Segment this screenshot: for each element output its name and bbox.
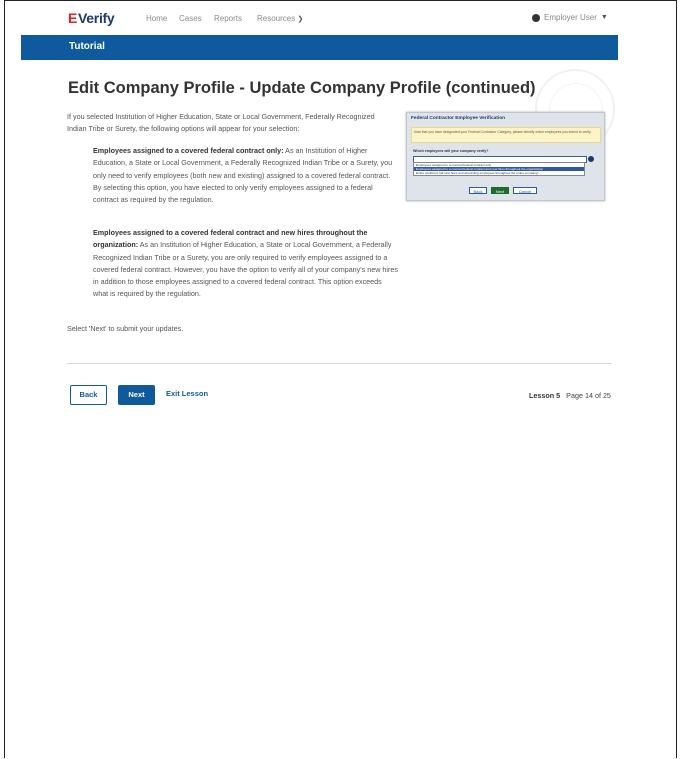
lesson-number: Lesson 5: [529, 391, 561, 400]
outro-text: Select 'Next' to submit your updates.: [67, 324, 184, 333]
divider: [67, 363, 612, 364]
nav-resources[interactable]: Resources ❯: [257, 14, 303, 23]
inset-title: Federal Contractor Employee Verification: [411, 116, 506, 121]
banner-title: Tutorial: [69, 41, 105, 52]
nav-home[interactable]: Home: [146, 14, 167, 23]
user-name: Employer User: [544, 13, 597, 22]
info-icon: [588, 156, 594, 162]
option1-description: Employees assigned to a covered federal …: [93, 145, 393, 206]
option2-description: Employees assigned to a covered federal …: [93, 227, 398, 301]
nav-reports[interactable]: Reports: [214, 14, 242, 23]
chevron-down-icon: ▼: [600, 14, 608, 21]
inset-option: Entire workforce (all new hires and all …: [416, 171, 539, 176]
intro-text: If you selected Institution of Higher Ed…: [67, 112, 375, 134]
app-frame: EVerify Home Cases Reports Resources ❯ E…: [4, 0, 677, 758]
page-title: Edit Company Profile - Update Company Pr…: [68, 79, 536, 97]
option1-heading: Employees assigned to a covered federal …: [93, 146, 284, 155]
everify-logo[interactable]: EVerify: [68, 10, 115, 26]
example-screenshot: Federal Contractor Employee Verification…: [406, 112, 605, 201]
back-button[interactable]: Back: [70, 385, 107, 405]
user-menu[interactable]: Employer User ▼: [532, 13, 608, 22]
next-button[interactable]: Next: [118, 385, 155, 405]
inset-question: Which employees will your company verify…: [413, 149, 489, 153]
inset-cancel-button: Cancel: [513, 187, 537, 194]
logo-text: Verify: [78, 10, 115, 26]
lesson-progress: Lesson 5 Page 14 of 25: [529, 391, 611, 400]
option2-text: As an Institution of Higher Education, a…: [93, 240, 399, 299]
inset-note: Now that you have designated your Federa…: [411, 127, 601, 143]
chevron-down-icon: ❯: [297, 16, 304, 23]
nav-cases[interactable]: Cases: [179, 14, 202, 23]
logo-e: E: [68, 10, 78, 26]
inset-options: Employees assigned to a covered federal …: [413, 162, 585, 176]
exit-lesson-link[interactable]: Exit Lesson: [164, 385, 210, 405]
page-indicator: Page 14 of 25: [566, 391, 611, 400]
top-navigation: EVerify Home Cases Reports Resources ❯ E…: [5, 1, 676, 35]
user-icon: [532, 13, 540, 22]
nav-resources-label: Resources: [257, 14, 296, 23]
inset-next-button: Next: [491, 187, 509, 194]
tutorial-banner: Tutorial: [21, 35, 618, 60]
inset-back-button: Back: [469, 187, 487, 194]
